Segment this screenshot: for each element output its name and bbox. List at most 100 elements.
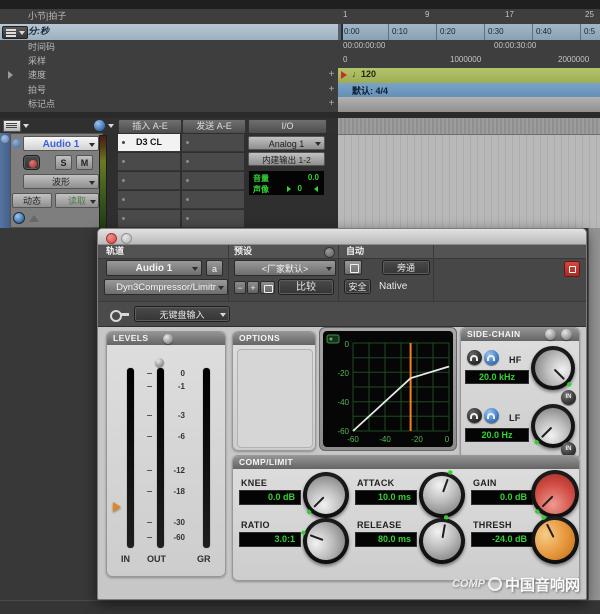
auto-enable-icon[interactable] (344, 260, 362, 275)
link-button[interactable]: a (206, 260, 223, 276)
target-button[interactable] (564, 261, 580, 277)
input-path-selector[interactable]: Analog 1 (248, 136, 325, 150)
automation-mode-selector[interactable]: 读取 (55, 193, 99, 208)
ruler-row-markers[interactable]: 标记点 + (0, 97, 338, 113)
add-marker-button[interactable]: + (327, 98, 336, 109)
preset-compare-dot-icon[interactable] (324, 247, 335, 258)
inserts-column-header[interactable]: 插入 A-E (118, 119, 182, 134)
levels-header: LEVELS (107, 332, 225, 345)
ratio-knob[interactable] (303, 518, 349, 564)
disk-icon (264, 285, 273, 293)
threshold-arrow-icon[interactable] (113, 502, 121, 512)
compare-button[interactable]: 比较 (278, 279, 334, 295)
plugin-title-bar[interactable] (98, 229, 586, 245)
track-color-strip[interactable] (0, 133, 10, 228)
preset-next-button[interactable]: + (247, 281, 259, 294)
send-slot-b[interactable] (182, 153, 244, 171)
ratio-display[interactable]: 3.0:1 (239, 532, 301, 547)
preset-save-icon[interactable] (260, 281, 275, 294)
watermark-logo-text: COMP (452, 578, 485, 590)
add-meter-event-button[interactable]: + (327, 84, 336, 95)
bars-ruler[interactable]: 1 9 17 25 (338, 9, 600, 25)
out-meter-peak-ball[interactable] (155, 358, 164, 367)
lf-shelf-filter-button[interactable] (484, 408, 499, 423)
insert-slot-e[interactable] (118, 210, 180, 228)
svg-text:0: 0 (445, 435, 450, 444)
lf-bell-filter-button[interactable] (467, 408, 482, 423)
bypass-button[interactable]: 旁通 (382, 260, 430, 275)
hf-bell-filter-button[interactable] (467, 350, 482, 365)
edit-lane-grid[interactable] (338, 135, 600, 228)
levels-title: LEVELS (113, 333, 148, 343)
preset-selector[interactable]: <厂家默认> (234, 260, 336, 276)
solo-button[interactable]: S (55, 155, 72, 170)
expand-triangle-icon[interactable] (8, 71, 13, 79)
timecode-ruler[interactable]: 00:00:00:00 00:00:30:00 (338, 40, 600, 55)
track-dyn-button[interactable]: 动态 (12, 193, 52, 208)
safe-button[interactable]: 安全 (344, 279, 371, 294)
send-slot-c[interactable] (182, 172, 244, 190)
edit-lane-header[interactable] (338, 118, 600, 135)
insert-slot-a[interactable]: D3 CL (118, 134, 180, 152)
plugin-selector[interactable]: Dyn3Compressor/Limitr (104, 279, 228, 295)
track-view-selector[interactable]: 波形 (23, 174, 99, 189)
track-list-icon[interactable] (3, 120, 21, 132)
preset-prev-button[interactable]: − (234, 281, 246, 294)
chevron-down-icon[interactable] (23, 124, 29, 128)
release-display[interactable]: 80.0 ms (355, 532, 417, 547)
track-open-icon[interactable] (1, 135, 9, 143)
ruler-row-samples[interactable]: 采样 (0, 54, 338, 69)
record-enable-button[interactable] (23, 155, 40, 170)
chevron-down-icon[interactable] (108, 124, 114, 128)
timecode-tick: 00:00:00:00 (343, 41, 385, 50)
ruler-row-bars[interactable]: 小节|拍子 (0, 9, 338, 25)
knob-pointer (442, 479, 449, 493)
ruler-row-tempo[interactable]: 速度 + (0, 68, 338, 84)
insert-slot-d[interactable] (118, 191, 180, 209)
levels-knob-icon[interactable] (163, 334, 173, 344)
send-slot-e[interactable] (182, 210, 244, 228)
markers-ruler[interactable] (338, 97, 600, 113)
send-slot-a[interactable] (182, 134, 244, 152)
track-mini-icon[interactable] (12, 139, 21, 148)
mute-button[interactable]: M (76, 155, 93, 170)
add-tempo-event-button[interactable]: + (327, 69, 336, 80)
hf-knob[interactable] (531, 346, 575, 390)
key-icon[interactable] (110, 310, 122, 322)
samples-tick: 2000000 (558, 55, 589, 64)
output-path-selector[interactable]: 内建输出 1-2 (248, 152, 325, 166)
send-dot-icon (186, 141, 189, 144)
ruler-row-timecode[interactable]: 时间码 (0, 40, 338, 55)
tempo-play-marker-icon[interactable] (341, 71, 347, 79)
release-knob[interactable] (419, 518, 465, 564)
volume-pan-display[interactable]: 音量 0.0 声像 0 (248, 170, 325, 196)
metersig-ruler[interactable]: 默认: 4/4 (338, 83, 600, 98)
minimize-icon[interactable] (121, 233, 132, 244)
insert-slot-b[interactable] (118, 153, 180, 171)
samples-ruler[interactable]: 0 1000000 2000000 (338, 54, 600, 69)
io-column-header[interactable]: I/O (248, 119, 327, 134)
playhead-cursor[interactable] (341, 24, 343, 40)
ruler-row-minsec[interactable]: 分:秒 (0, 24, 338, 41)
ruler-row-metersig[interactable]: 拍号 + (0, 83, 338, 98)
thresh-knob[interactable] (531, 516, 579, 564)
send-slot-d[interactable] (182, 191, 244, 209)
collapse-triangle-icon[interactable] (29, 215, 39, 222)
minsec-ruler[interactable]: 0:00 0:10 0:20 0:30 0:40 0:5 (338, 24, 600, 41)
tempo-ruler[interactable]: ♩120 (338, 68, 600, 84)
transfer-curve-graph[interactable]: 0 -20 -40 -60 -60 -40 -20 0 (323, 331, 453, 447)
hf-shelf-filter-button[interactable] (484, 350, 499, 365)
keyboard-input-selector[interactable]: 无键盘输入 (134, 306, 230, 322)
sends-column-header[interactable]: 发送 A-E (182, 119, 246, 134)
close-icon[interactable] (106, 233, 117, 244)
plugin-track-selector[interactable]: Audio 1 (106, 260, 202, 276)
sidechain-knob-icon[interactable] (561, 329, 572, 340)
attack-display[interactable]: 10.0 ms (355, 490, 417, 505)
clock-icon[interactable] (94, 120, 105, 131)
chevron-down-icon (218, 286, 224, 290)
insert-slot-c[interactable] (118, 172, 180, 190)
graph-zoom-icon[interactable] (327, 335, 339, 343)
ruler-menu-icon[interactable] (2, 26, 28, 39)
elastic-audio-icon[interactable] (13, 212, 25, 224)
track-name-button[interactable]: Audio 1 (23, 136, 99, 151)
